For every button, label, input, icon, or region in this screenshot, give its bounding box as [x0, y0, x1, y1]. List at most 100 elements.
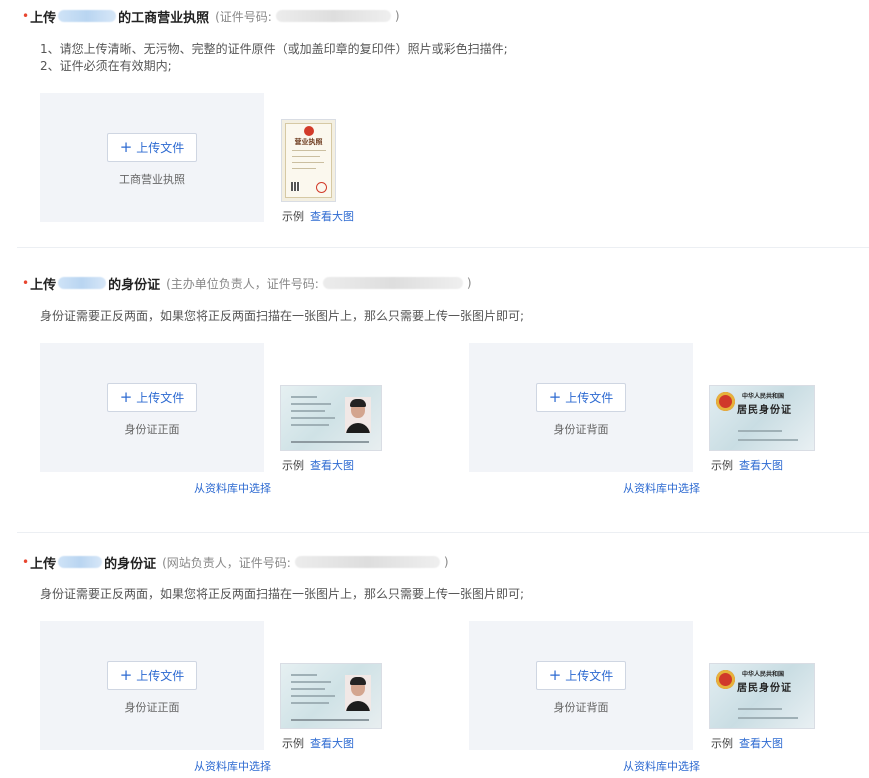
sponsor-id-front-upload-button[interactable]: + 上传文件: [107, 383, 197, 412]
seal-stamp-icon: [316, 182, 327, 193]
id-text-line: [291, 681, 331, 683]
site-id-tip: 身份证需要正反两面，如果您将正反两面扫描在一张图片上，那么只需要上传一张图片即可…: [40, 586, 524, 603]
id-number-note-suffix: ): [466, 276, 472, 290]
site-id-tip-text: 身份证需要正反两面，如果您将正反两面扫描在一张图片上，那么只需要上传一张图片即可…: [40, 587, 525, 601]
title-suffix: 的身份证: [108, 277, 161, 293]
id-text-line: [738, 439, 798, 441]
site-id-section-title: • 上传 的身份证 (网站负责人，证件号码: ): [22, 552, 449, 572]
plus-icon: +: [119, 388, 133, 406]
sponsor-id-tip-text: 身份证需要正反两面，如果您将正反两面扫描在一张图片上，那么只需要上传一张图片即可…: [40, 309, 525, 323]
site-id-back-upload-area[interactable]: + 上传文件 身份证背面: [469, 621, 693, 750]
license-number-note-prefix: (证件号码:: [215, 9, 272, 24]
license-upload-area[interactable]: + 上传文件 工商营业执照: [40, 93, 264, 222]
id-front-sample-meta: 示例 查看大图: [282, 457, 354, 473]
id-front-sample-meta: 示例 查看大图: [282, 735, 354, 751]
license-tip-2: 2、证件必须在有效期内;: [40, 59, 172, 73]
license-section-title: • 上传 的工商营业执照 (证件号码: ): [22, 6, 400, 26]
license-thumb-title: 营业执照: [294, 138, 323, 146]
sample-label: 示例: [711, 459, 733, 472]
view-large-link[interactable]: 查看大图: [739, 459, 783, 472]
view-large-link[interactable]: 查看大图: [739, 737, 783, 750]
upload-button-label: 上传文件: [136, 669, 185, 683]
id-text-line: [291, 410, 325, 412]
upload-caption: 身份证背面: [553, 423, 609, 436]
plus-icon: +: [548, 388, 562, 406]
sponsor-id-front-upload-area[interactable]: + 上传文件 身份证正面: [40, 343, 264, 472]
redacted-id-number: [322, 277, 463, 289]
site-id-front-upload-area[interactable]: + 上传文件 身份证正面: [40, 621, 264, 750]
license-upload-button[interactable]: + 上传文件: [107, 133, 197, 162]
sample-label: 示例: [282, 737, 304, 750]
section-divider: [17, 532, 869, 533]
id-back-sample-image[interactable]: 中华人民共和国 居民身份证: [709, 663, 815, 729]
national-emblem-icon: [716, 670, 735, 689]
upload-button-label: 上传文件: [565, 391, 614, 405]
id-back-sample-meta: 示例 查看大图: [711, 735, 783, 751]
id-number-line: [291, 719, 369, 721]
license-sample-meta: 示例 查看大图: [282, 208, 354, 224]
upload-button-label: 上传文件: [136, 391, 185, 405]
title-suffix: 的身份证: [104, 556, 157, 572]
choose-from-library-link[interactable]: 从资料库中选择: [194, 480, 271, 496]
license-thumb-line: [292, 156, 320, 157]
license-thumb-line: [292, 162, 324, 163]
required-mark: •: [22, 276, 30, 290]
title-prefix: 上传: [30, 277, 57, 293]
sample-label: 示例: [282, 210, 304, 223]
sample-label: 示例: [282, 459, 304, 472]
id-text-line: [291, 702, 329, 704]
view-large-link[interactable]: 查看大图: [310, 459, 354, 472]
sponsor-id-back-upload-button[interactable]: + 上传文件: [536, 383, 626, 412]
section-divider: [17, 247, 869, 248]
national-emblem-icon: [304, 126, 314, 136]
plus-icon: +: [119, 666, 133, 684]
upload-caption: 身份证正面: [124, 701, 180, 714]
required-mark: •: [22, 555, 30, 569]
license-upload-caption: 工商营业执照: [119, 173, 185, 186]
id-text-line: [291, 403, 331, 405]
required-mark: •: [22, 9, 30, 23]
license-tips: 1、请您上传清晰、无污物、完整的证件原件（或加盖印章的复印件）照片或彩色扫描件;…: [40, 41, 508, 75]
id-back-sample-meta: 示例 查看大图: [711, 457, 783, 473]
redacted-id-number: [294, 556, 440, 568]
license-thumb-line: [292, 168, 316, 169]
sample-label: 示例: [711, 737, 733, 750]
choose-from-library-link[interactable]: 从资料库中选择: [623, 480, 700, 496]
id-front-sample-image[interactable]: [280, 663, 382, 729]
redacted-license-number: [275, 10, 391, 22]
view-large-link[interactable]: 查看大图: [310, 210, 354, 223]
id-text-line: [291, 688, 325, 690]
id-number-note-prefix: (主办单位负责人，证件号码:: [166, 276, 319, 291]
plus-icon: +: [119, 138, 133, 156]
upload-caption: 身份证背面: [553, 701, 609, 714]
portrait-hair: [350, 677, 366, 685]
site-id-front-upload-button[interactable]: + 上传文件: [107, 661, 197, 690]
national-emblem-icon: [716, 392, 735, 411]
license-thumb-line: [292, 150, 326, 151]
site-id-back-upload-button[interactable]: + 上传文件: [536, 661, 626, 690]
portrait-hair: [350, 399, 366, 407]
id-back-country: 中华人民共和国: [742, 671, 785, 678]
license-number-note-suffix: ): [394, 9, 400, 23]
id-number-line: [291, 441, 369, 443]
upload-button-label: 上传文件: [565, 669, 614, 683]
upload-caption: 身份证正面: [124, 423, 180, 436]
sponsor-id-back-upload-area[interactable]: + 上传文件 身份证背面: [469, 343, 693, 472]
id-text-line: [738, 430, 782, 432]
id-text-line: [291, 695, 335, 697]
choose-from-library-link[interactable]: 从资料库中选择: [623, 758, 700, 774]
id-number-note-suffix: ): [443, 555, 449, 569]
id-back-sample-image[interactable]: 中华人民共和国 居民身份证: [709, 385, 815, 451]
view-large-link[interactable]: 查看大图: [310, 737, 354, 750]
choose-from-library-link[interactable]: 从资料库中选择: [194, 758, 271, 774]
license-sample-image[interactable]: 营业执照: [281, 119, 336, 202]
plus-icon: +: [548, 666, 562, 684]
license-tip-1: 1、请您上传清晰、无污物、完整的证件原件（或加盖印章的复印件）照片或彩色扫描件;: [40, 42, 508, 56]
id-text-line: [291, 674, 317, 676]
id-number-note-prefix: (网站负责人，证件号码:: [162, 555, 291, 570]
portrait-body: [346, 423, 370, 433]
title-prefix: 上传: [30, 556, 57, 572]
id-text-line: [738, 717, 798, 719]
id-back-country: 中华人民共和国: [742, 393, 785, 400]
id-front-sample-image[interactable]: [280, 385, 382, 451]
